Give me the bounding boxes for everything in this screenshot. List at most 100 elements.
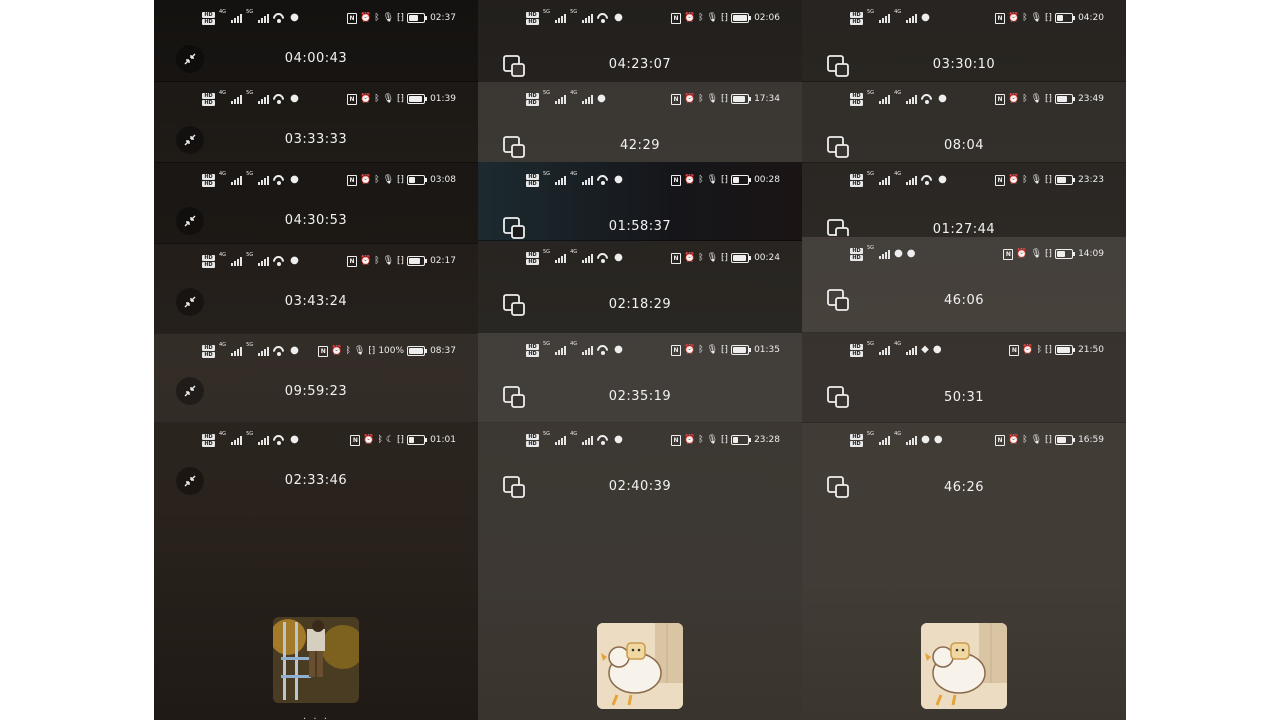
signal-icon bbox=[582, 253, 594, 263]
bluetooth-icon: ᛒ bbox=[374, 175, 380, 185]
clock: 17:34 bbox=[754, 94, 780, 104]
alarm-icon: ⏰ bbox=[1016, 249, 1028, 259]
clock: 03:08 bbox=[430, 175, 456, 185]
hd-icon: HD HD bbox=[526, 173, 539, 187]
clock: 16:59 bbox=[1078, 435, 1104, 445]
alarm-icon: ⏰ bbox=[1007, 13, 1020, 23]
wechat-icon: ● bbox=[290, 12, 299, 23]
call-duration: 04:00:43 bbox=[284, 51, 348, 66]
wechat-icon: ● bbox=[290, 93, 299, 104]
clock: 00:28 bbox=[754, 175, 780, 185]
battery-icon bbox=[731, 13, 752, 23]
signal-icon bbox=[258, 346, 270, 356]
status-bar-left: HD HD 5G 4G ● ● bbox=[850, 432, 943, 448]
alarm-icon: ⏰ bbox=[683, 435, 696, 445]
status-bar-left: HD HD 5G 4G ● bbox=[526, 250, 623, 266]
vibrate-icon: ⁅⁆ bbox=[721, 175, 729, 185]
signal-icon bbox=[555, 175, 567, 185]
message-icon: ● bbox=[932, 344, 942, 355]
clock: 08:37 bbox=[430, 346, 456, 356]
alarm-icon: ⏰ bbox=[1022, 345, 1034, 355]
clock: 01:35 bbox=[754, 345, 780, 355]
bluetooth-icon: ᛒ bbox=[698, 175, 704, 185]
wechat-icon: ● bbox=[290, 345, 299, 356]
wechat-icon: ● bbox=[614, 344, 623, 355]
bluetooth-icon: ᛒ bbox=[1022, 175, 1028, 185]
hd-icon: HD HD bbox=[850, 433, 863, 447]
contact-avatar bbox=[921, 623, 1007, 709]
vibrate-icon: ⁅⁆ bbox=[1045, 94, 1053, 104]
call-duration: 50:31 bbox=[944, 390, 984, 405]
message-icon: ● bbox=[906, 248, 916, 259]
wechat-icon: ● bbox=[614, 174, 623, 185]
wechat-icon: ● bbox=[921, 434, 930, 445]
alarm-icon: ⏰ bbox=[683, 253, 696, 263]
battery-icon bbox=[731, 435, 752, 445]
status-bar-right: N ⏰ ᛒ 🎙 ⁅⁆ 02:06 bbox=[670, 11, 780, 25]
contact-name: · · · bbox=[303, 714, 329, 720]
signal-icon bbox=[231, 94, 243, 104]
alarm-icon: ⏰ bbox=[1007, 435, 1020, 445]
signal-icon bbox=[879, 94, 891, 104]
signal-icon bbox=[582, 345, 594, 355]
battery-icon bbox=[1055, 94, 1076, 104]
nfc-icon: N bbox=[346, 255, 357, 267]
status-bar-left: HD HD 4G 5G ● bbox=[202, 91, 299, 107]
hd-icon: HD HD bbox=[850, 92, 863, 106]
nfc-icon: N bbox=[346, 12, 357, 24]
wechat-icon: ● bbox=[921, 12, 930, 23]
call-duration: 02:18:29 bbox=[608, 297, 672, 312]
battery-icon bbox=[1055, 345, 1076, 355]
wechat-icon: ● bbox=[290, 434, 299, 445]
clock: 14:09 bbox=[1078, 249, 1104, 259]
bluetooth-icon: ᛒ bbox=[1022, 94, 1028, 104]
status-bar-left: HD HD 5G 4G ● bbox=[850, 172, 947, 188]
signal-icon bbox=[906, 94, 918, 104]
call-strip: HD HD 4G 5G ● N ⏰ ᛒ 🎙 ⁅⁆ 03:08 04:30:53 bbox=[154, 162, 478, 244]
vibrate-icon: ⁅⁆ bbox=[397, 94, 405, 104]
nfc-icon: N bbox=[994, 174, 1005, 186]
battery-icon bbox=[731, 253, 752, 263]
call-strip: HD HD 4G 5G ● N ⏰ ᛒ 🎙 ⁅⁆ 01:39 03:33:33 bbox=[154, 81, 478, 163]
signal-icon bbox=[258, 94, 270, 104]
bluetooth-icon: ᛒ bbox=[1036, 345, 1043, 355]
alarm-icon: ⏰ bbox=[331, 346, 343, 356]
wechat-icon: ● bbox=[290, 174, 299, 185]
wifi-icon bbox=[273, 175, 286, 185]
clock: 23:23 bbox=[1078, 175, 1104, 185]
mic-icon: 🎙 bbox=[382, 94, 395, 104]
signal-icon bbox=[231, 435, 243, 445]
signal-icon bbox=[582, 94, 594, 104]
message-icon: ● bbox=[933, 434, 943, 445]
nfc-icon: N bbox=[1003, 248, 1014, 260]
call-duration: 03:33:33 bbox=[284, 132, 348, 147]
status-bar-right: N ⏰ ᛒ 🎙 ⁅⁆ 00:28 bbox=[670, 173, 780, 187]
bluetooth-icon: ᛒ bbox=[1022, 13, 1028, 23]
alarm-icon: ⏰ bbox=[1007, 94, 1020, 104]
status-bar-right: N ⏰ ᛒ 🎙 ⁅⁆ 23:23 bbox=[994, 173, 1104, 187]
signal-icon bbox=[582, 435, 594, 445]
clock: 01:01 bbox=[430, 435, 456, 445]
status-bar-right: N ⏰ ᛒ 🎙 ⁅⁆ 100% 08:37 bbox=[318, 344, 456, 358]
vibrate-icon: ⁅⁆ bbox=[1045, 435, 1053, 445]
contact-avatar bbox=[273, 617, 359, 703]
status-bar-left: HD HD 5G 4G ● bbox=[526, 432, 623, 448]
call-strip: HD HD 4G 5G ● N ⏰ ᛒ 🎙 ⁅⁆ 100% 08:37 09:59… bbox=[154, 333, 478, 423]
alarm-icon: ⏰ bbox=[1007, 175, 1020, 185]
mic-icon: 🎙 bbox=[706, 345, 719, 355]
contact-avatar bbox=[597, 623, 683, 709]
nfc-icon: N bbox=[670, 344, 681, 356]
wifi-icon bbox=[273, 346, 286, 356]
duck-avatar-image bbox=[597, 623, 683, 709]
vibrate-icon: ⁅⁆ bbox=[721, 253, 729, 263]
bluetooth-icon: ᛒ bbox=[698, 13, 704, 23]
call-screen: HDHD 4G 5G ● N ⏰ ᛒ ☾ ⁅⁆ 01:01 02:33:46 bbox=[154, 422, 478, 720]
mic-icon: 🎙 bbox=[382, 256, 395, 266]
call-screenshot-collage: HDHD 4G 5G ● N ⏰ ᛒ 🎙 ⁅⁆ 02:37 04:00:43 bbox=[154, 0, 1126, 720]
signal-icon bbox=[555, 345, 567, 355]
call-duration: 04:30:53 bbox=[284, 213, 348, 228]
battery-icon bbox=[731, 345, 752, 355]
battery-icon bbox=[731, 94, 752, 104]
hd-icon: HD HD bbox=[202, 11, 215, 25]
battery-icon bbox=[1055, 435, 1076, 445]
